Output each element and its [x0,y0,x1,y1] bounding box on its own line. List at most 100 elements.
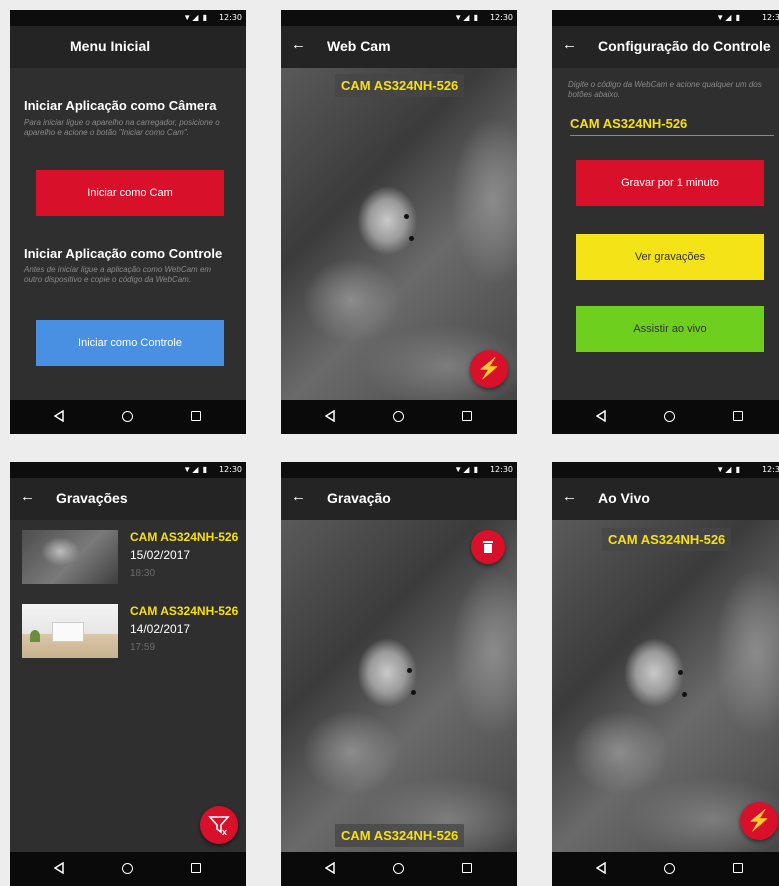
live-feed [552,520,779,852]
screen-recording: ▼◢ ▮ 12:30 ← Gravação CAM AS324NH-526 [281,462,517,886]
bolt-icon[interactable]: ⚡ [740,802,778,840]
status-bar: ▼◢ ▮ 12:30 [281,10,517,26]
nav-recents-icon[interactable] [733,411,743,421]
back-arrow-icon[interactable]: ← [562,488,577,505]
control-section-description: Antes de iniciar ligue a aplicação como … [24,265,212,284]
nav-home-icon[interactable] [664,863,675,874]
screen-webcam: ▼◢ ▮ 12:30 ← Web Cam CAM AS324NH-526 ⚡ [281,10,517,434]
app-bar: ← Configuração do Controle [552,26,779,68]
recording-thumbnail [22,530,118,584]
screen-recordings: ▼◢ ▮ 12:30 ← Gravações CAM AS324NH-526 1… [10,462,246,886]
filter-clear-icon[interactable]: x [200,806,238,844]
trash-glyph [483,541,493,553]
feed-detail [409,236,414,241]
nav-home-icon[interactable] [393,411,404,422]
recording-cam: CAM AS324NH-526 [130,604,239,618]
back-arrow-icon[interactable]: ← [562,36,577,53]
signal-battery-icons: ▼◢ ▮ [454,13,479,22]
nav-back-icon[interactable] [325,410,335,422]
app-bar: ← Gravações [10,478,246,520]
status-bar: ▼◢ ▮ 12:30 [10,10,246,26]
list-item[interactable]: CAM AS324NH-526 15/02/2017 18:30 [10,530,246,590]
record-one-minute-button[interactable]: Gravar por 1 minuto [576,160,764,206]
nav-bar [552,852,779,886]
screen-menu: ▼◢ ▮ 12:30 Menu Inicial Iniciar Aplicaçã… [10,10,246,434]
thumbnail-detail [30,630,40,642]
signal-battery-icons: ▼◢ ▮ [454,465,479,474]
start-as-control-button[interactable]: Iniciar como Controle [36,320,224,366]
svg-text:x: x [222,827,227,836]
bolt-icon[interactable]: ⚡ [470,350,508,388]
feed-detail [411,690,416,695]
app-bar: ← Ao Vivo [552,478,779,520]
recording-cam: CAM AS324NH-526 [130,530,239,544]
nav-home-icon[interactable] [393,863,404,874]
page-title: Web Cam [327,38,391,54]
nav-back-icon[interactable] [596,862,606,874]
nav-recents-icon[interactable] [462,863,472,873]
status-time: 12:30 [218,13,242,22]
nav-bar [281,400,517,434]
nav-home-icon[interactable] [122,411,133,422]
nav-home-icon[interactable] [664,411,675,422]
nav-bar [281,852,517,886]
status-bar: ▼◢ ▮ 12:30 [10,462,246,478]
signal-battery-icons: ▼◢ ▮ [716,465,741,474]
recording-thumbnail [22,604,118,658]
config-content: Digite o código da WebCam e acione qualq… [552,68,779,400]
signal-battery-icons: ▼◢ ▮ [183,13,208,22]
nav-back-icon[interactable] [54,862,64,874]
nav-recents-icon[interactable] [733,863,743,873]
app-bar: Menu Inicial [10,26,246,68]
status-time: 12:30 [489,465,513,474]
recording-date: 14/02/2017 [130,622,191,636]
list-item[interactable]: CAM AS324NH-526 14/02/2017 17:59 [10,604,246,664]
back-arrow-icon[interactable]: ← [20,488,35,505]
screen-config: ▼◢ ▮ 12:30 ← Configuração do Controle Di… [552,10,779,434]
nav-bar [10,400,246,434]
nav-back-icon[interactable] [596,410,606,422]
feed-detail [682,692,687,697]
nav-recents-icon[interactable] [191,863,201,873]
status-bar: ▼◢ ▮ 12:30 [281,462,517,478]
recording-time: 18:30 [130,568,156,579]
trash-icon[interactable] [471,530,505,564]
page-title: Menu Inicial [70,38,151,54]
screen-live: ▼◢ ▮ 12:30 ← Ao Vivo CAM AS324NH-526 ⚡ [552,462,779,886]
config-instructions: Digite o código da WebCam e acione qualq… [568,80,762,99]
watch-live-button[interactable]: Assistir ao vivo [576,306,764,352]
feed-detail [404,214,409,219]
status-time: 12:30 [489,13,513,22]
back-arrow-icon[interactable]: ← [291,488,306,505]
control-section-title: Iniciar Aplicação como Controle [24,246,223,261]
status-bar: ▼◢ ▮ 12:30 [552,462,779,478]
start-as-cam-button[interactable]: Iniciar como Cam [36,170,224,216]
recording-date: 15/02/2017 [130,548,191,562]
cam-code-input[interactable]: CAM AS324NH-526 [570,116,774,136]
recordings-list: CAM AS324NH-526 15/02/2017 18:30 CAM AS3… [10,520,246,852]
nav-home-icon[interactable] [122,863,133,874]
status-bar: ▼◢ ▮ 12:30 [552,10,779,26]
view-recordings-button[interactable]: Ver gravações [576,234,764,280]
feed-detail [407,668,412,673]
nav-recents-icon[interactable] [462,411,472,421]
status-time: 12:30 [761,13,779,22]
nav-back-icon[interactable] [54,410,64,422]
status-time: 12:30 [218,465,242,474]
camera-id-label: CAM AS324NH-526 [335,74,465,97]
back-arrow-icon[interactable]: ← [291,36,306,53]
nav-bar [10,852,246,886]
page-title: Gravações [56,490,128,506]
status-time: 12:30 [761,465,779,474]
page-title: Configuração do Controle [598,38,771,54]
recording-time: 17:59 [130,642,156,653]
nav-back-icon[interactable] [325,862,335,874]
app-bar: ← Gravação [281,478,517,520]
camera-id-label: CAM AS324NH-526 [602,528,732,551]
nav-recents-icon[interactable] [191,411,201,421]
camera-section-description: Para iniciar ligue o aparelho na carrega… [24,118,220,137]
signal-battery-icons: ▼◢ ▮ [183,465,208,474]
signal-battery-icons: ▼◢ ▮ [716,13,741,22]
feed-detail [678,670,683,675]
camera-id-label: CAM AS324NH-526 [335,824,465,847]
